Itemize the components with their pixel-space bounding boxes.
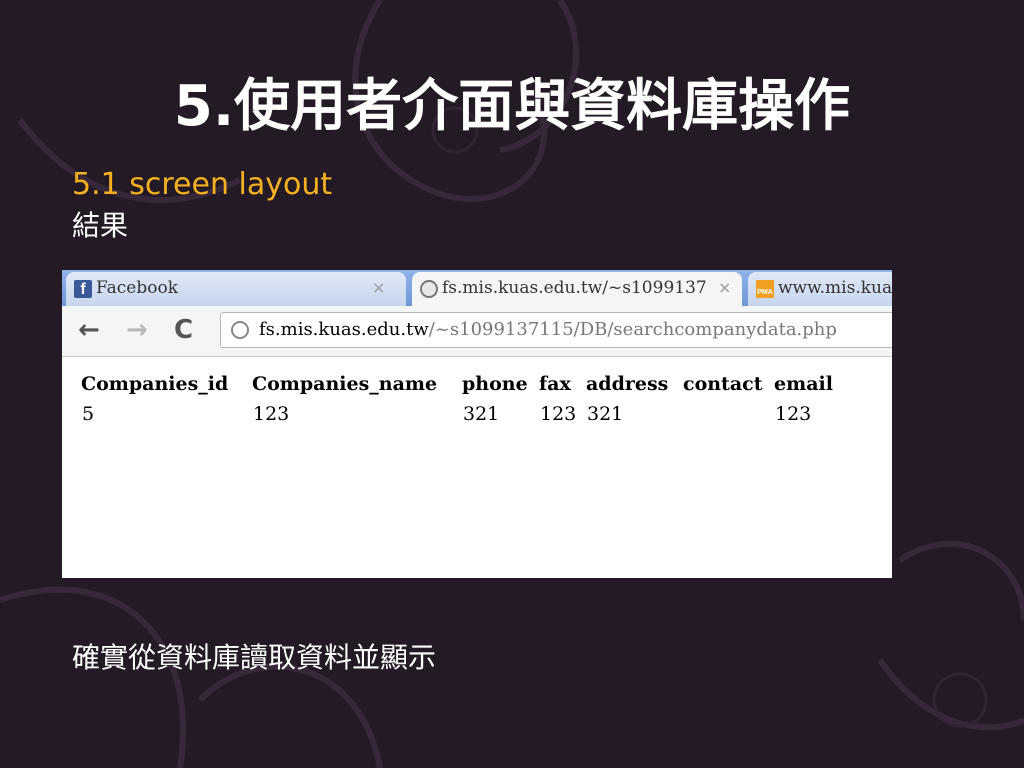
column-header: Companies_id xyxy=(81,373,229,395)
page-content: Companies_id Companies_name phone fax ad… xyxy=(62,357,892,578)
globe-icon xyxy=(420,280,438,298)
reload-icon[interactable]: C xyxy=(174,316,193,344)
column-header: email xyxy=(774,373,833,395)
tab-label: Facebook xyxy=(96,278,179,298)
url-text: fs.mis.kuas.edu.tw/~s1099137115/DB/searc… xyxy=(259,317,837,343)
table-cell: 321 xyxy=(587,403,624,425)
globe-icon xyxy=(231,321,249,339)
companies-table: Companies_id Companies_name phone fax ad… xyxy=(80,371,835,427)
column-header: fax xyxy=(539,373,571,395)
column-header: Companies_name xyxy=(252,373,438,395)
table-cell: 321 xyxy=(463,403,500,425)
tab-label: fs.mis.kuas.edu.tw/~s1099137 xyxy=(442,278,707,298)
column-header: phone xyxy=(462,373,528,395)
table-cell xyxy=(682,401,773,427)
tab-strip: f Facebook × fs.mis.kuas.edu.tw/~s109913… xyxy=(62,270,892,308)
facebook-icon: f xyxy=(74,280,92,298)
section-subtitle: 5.1 screen layout xyxy=(72,167,333,202)
close-icon[interactable]: × xyxy=(372,272,385,304)
phpmyadmin-icon: PMA xyxy=(756,280,774,298)
url-path: /~s1099137115/DB/searchcompanydata.php xyxy=(428,319,837,340)
table-cell: 5 xyxy=(82,403,95,425)
browser-screenshot: f Facebook × fs.mis.kuas.edu.tw/~s109913… xyxy=(62,270,892,578)
result-label: 結果 xyxy=(72,209,129,242)
slide-title: 5.使用者介面與資料庫操作 xyxy=(173,74,851,139)
column-header: address xyxy=(586,373,669,395)
tab-facebook[interactable]: f Facebook × xyxy=(66,272,406,306)
forward-arrow-icon[interactable]: → xyxy=(126,316,148,344)
tab-label: www.mis.kua xyxy=(778,278,892,298)
tab-active-page[interactable]: fs.mis.kuas.edu.tw/~s1099137 × xyxy=(412,272,742,308)
address-bar[interactable]: fs.mis.kuas.edu.tw/~s1099137115/DB/searc… xyxy=(220,312,892,348)
url-host: fs.mis.kuas.edu.tw xyxy=(259,319,429,340)
browser-toolbar: ← → C fs.mis.kuas.edu.tw/~s1099137115/DB… xyxy=(62,306,892,357)
table-cell: 123 xyxy=(540,403,577,425)
phpmyadmin-icon-text: PMA xyxy=(757,289,773,296)
tab-mis[interactable]: PMA www.mis.kua xyxy=(748,272,892,306)
footer-caption: 確實從資料庫讀取資料並顯示 xyxy=(72,641,437,674)
table-header-row: Companies_id Companies_name phone fax ad… xyxy=(80,371,835,401)
table-cell: 123 xyxy=(775,403,812,425)
column-header: contact xyxy=(683,373,763,395)
table-cell: 123 xyxy=(253,403,290,425)
back-arrow-icon[interactable]: ← xyxy=(78,316,100,344)
table-row: 5 123 321 123 321 123 xyxy=(80,401,835,427)
close-icon[interactable]: × xyxy=(718,272,731,304)
